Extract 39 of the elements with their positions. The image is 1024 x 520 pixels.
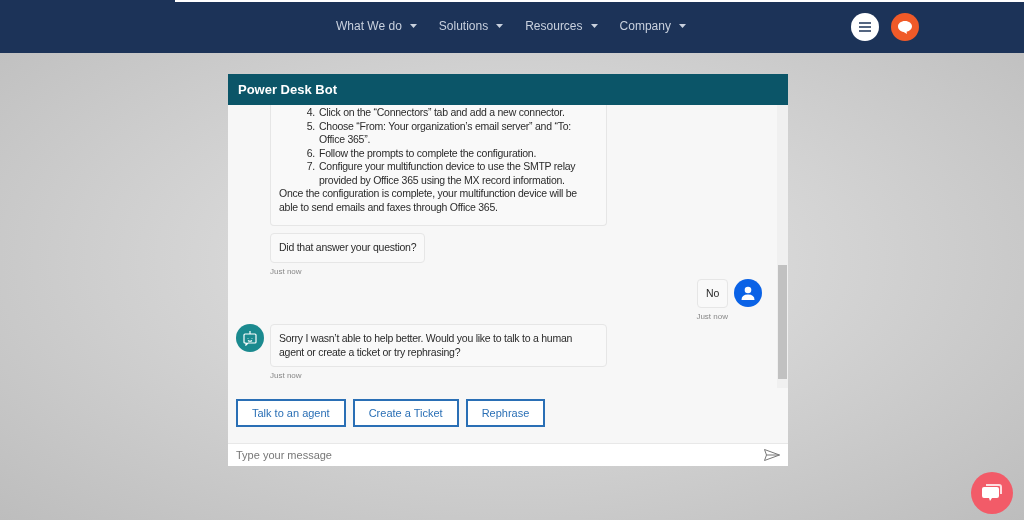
list-number: 4.: [305, 106, 315, 120]
list-item-text: Choose “From: Your organization’s email server” and “To: Office 365”.: [319, 119, 572, 147]
nav-link[interactable]: What We do: [336, 17, 417, 35]
nav-link[interactable]: Solutions: [438, 17, 504, 35]
list-number: 6.: [305, 146, 315, 160]
suggestion-button[interactable]: Talk to an agent: [236, 399, 346, 427]
scrollbar[interactable]: [777, 105, 788, 388]
speech-bubble-icon: [898, 20, 912, 34]
timestamp: Just now: [270, 371, 302, 381]
message-text: Once the configuration is complete, your multifunction device will be able to send emails and faxes through Office 365.: [279, 187, 578, 214]
nav-link[interactable]: Company: [619, 17, 686, 35]
list-number: 5.: [305, 119, 315, 134]
menu-icon: [859, 22, 871, 32]
robot-icon: [243, 330, 257, 346]
message-input[interactable]: Type your message: [236, 446, 764, 464]
chat-launcher-button[interactable]: [971, 472, 1013, 514]
message-field[interactable]: Type your message: [228, 443, 788, 466]
timestamp: Just now: [696, 312, 728, 322]
suggestion-button[interactable]: Create a Ticket: [352, 399, 459, 427]
caret-icon: [496, 24, 504, 28]
person-icon: [741, 285, 755, 300]
send-icon[interactable]: [764, 449, 780, 461]
nav-link[interactable]: Resources: [525, 17, 598, 35]
caret-icon: [590, 24, 598, 28]
chat-button[interactable]: [891, 13, 919, 41]
list-number: 7.: [305, 160, 315, 174]
list-item-text: Follow the prompts to complete the configuration.: [319, 146, 538, 160]
message-text: Sorry I wasn’t able to help better. Would you like to talk to a human agent or create a ticket or try rephrasing?: [279, 332, 573, 358]
caret-icon: [678, 24, 686, 28]
message-text: No: [706, 286, 719, 299]
menu-button[interactable]: [851, 13, 879, 41]
timestamp: Just now: [270, 266, 302, 277]
chat-bubbles-icon: [982, 484, 1002, 502]
list-item-text: Configure your multifunction device to use the SMTP relay provided by Office 365 using the MX record information.: [319, 160, 577, 187]
message-text: Did that answer your question?: [279, 241, 417, 253]
list-item-text: Click on the “Connectors” tab and add a new connector.: [319, 106, 566, 120]
chat-title: Power Desk Bot: [238, 80, 337, 99]
suggestion-button[interactable]: Rephrase: [465, 399, 546, 427]
caret-icon: [409, 24, 417, 28]
